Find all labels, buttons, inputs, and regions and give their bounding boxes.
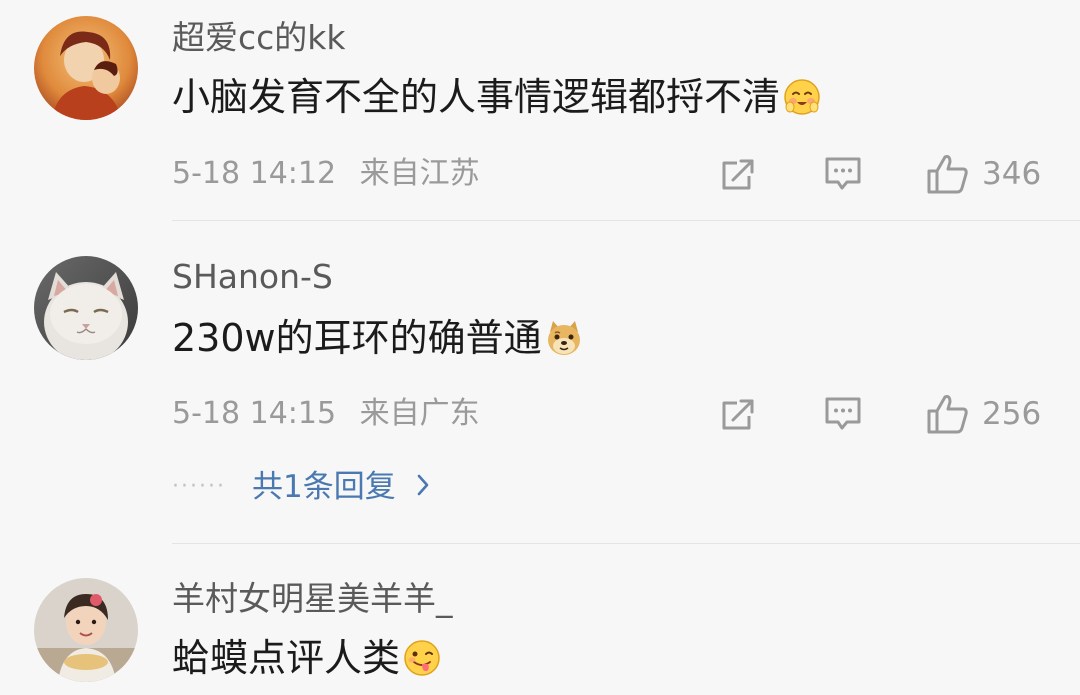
- comment-meta: 5-18 14:15 来自广东: [172, 396, 480, 432]
- like-button[interactable]: 346: [926, 153, 1041, 195]
- comment-date: 5-18 14:12: [172, 156, 337, 191]
- divider: [172, 543, 1080, 544]
- like-count: 346: [982, 156, 1042, 192]
- comment-button[interactable]: [823, 155, 863, 193]
- comment-icon: [825, 397, 861, 430]
- comment-location: 来自广东: [359, 396, 480, 431]
- comment-date: 5-18 14:15: [172, 396, 337, 431]
- comment-button[interactable]: [823, 395, 863, 433]
- avatar[interactable]: [34, 256, 138, 360]
- comment-text-row: 小脑发育不全的人事情逻辑都捋不清: [172, 73, 822, 121]
- avatar[interactable]: [34, 16, 138, 120]
- comment-icon: [825, 157, 861, 190]
- comment-username[interactable]: SHanon-S: [172, 257, 333, 297]
- comment-text-row: 230w的耳环的确普通: [172, 314, 584, 362]
- share-icon: [722, 159, 754, 190]
- comment-text: 230w的耳环的确普通: [172, 316, 542, 360]
- tongue-face-emoji-icon: [402, 638, 442, 678]
- comment-text: 蛤蟆点评人类: [172, 636, 401, 680]
- share-button[interactable]: [719, 156, 757, 194]
- share-icon: [722, 399, 754, 430]
- divider: [172, 220, 1080, 221]
- comment-meta: 5-18 14:12 来自江苏: [172, 156, 480, 192]
- doge-emoji-icon: [544, 318, 584, 358]
- comment-text-row: 蛤蟆点评人类: [172, 634, 442, 682]
- chevron-right-icon: [416, 473, 430, 501]
- like-button[interactable]: 256: [926, 393, 1041, 435]
- comment-text: 小脑发育不全的人事情逻辑都捋不清: [172, 75, 781, 119]
- comment-username[interactable]: 羊村女明星美羊羊_: [172, 579, 453, 619]
- share-button[interactable]: [719, 396, 757, 434]
- blush-face-emoji-icon: [782, 77, 822, 117]
- thumbs-up-icon: [927, 395, 968, 434]
- avatar[interactable]: [34, 578, 138, 682]
- view-replies-link[interactable]: ······ 共1条回复: [172, 469, 430, 505]
- view-replies-label: 共1条回复: [251, 469, 396, 505]
- like-count: 256: [982, 396, 1042, 432]
- comment-list: 超爱cc的kk 小脑发育不全的人事情逻辑都捋不清 5-18 14:12 来自江苏: [0, 0, 1080, 695]
- comment-location: 来自江苏: [359, 156, 480, 191]
- comment-username[interactable]: 超爱cc的kk: [172, 18, 346, 58]
- thumbs-up-icon: [927, 155, 968, 194]
- reply-dots: ······: [172, 474, 226, 499]
